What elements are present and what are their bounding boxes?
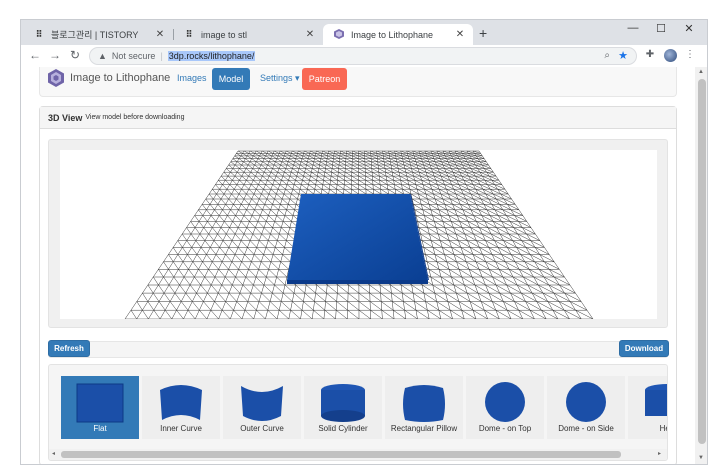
- scroll-down-icon[interactable]: ▼: [698, 455, 704, 461]
- shape-preview-icon: [76, 383, 124, 423]
- cube-favicon-icon: [333, 28, 345, 41]
- button-bar: [48, 341, 668, 358]
- forward-icon[interactable]: →: [47, 48, 63, 62]
- shape-option[interactable]: Outer Curve: [223, 376, 301, 439]
- divider: |: [160, 51, 163, 61]
- shape-label: Solid Cylinder: [318, 424, 368, 433]
- shape-option[interactable]: Flat: [61, 376, 139, 439]
- scroll-left-icon[interactable]: ◂: [52, 450, 55, 457]
- 3d-view-panel: 3D View View model before downloading Re…: [39, 106, 677, 464]
- tab-title: Image to Lithophane: [351, 29, 434, 40]
- cube-logo-icon: [48, 69, 64, 87]
- close-tab-icon[interactable]: ✕: [153, 29, 167, 40]
- reload-icon[interactable]: ↻: [67, 48, 83, 62]
- shape-option[interactable]: Dome - on Side: [547, 376, 625, 439]
- shape-option[interactable]: Inner Curve: [142, 376, 220, 439]
- horizontal-scrollbar[interactable]: ◂ ▸: [49, 449, 667, 460]
- brand[interactable]: Image to Lithophane: [48, 69, 170, 87]
- nav-images[interactable]: Images: [177, 73, 207, 83]
- maximize-icon[interactable]: ☐: [647, 22, 675, 35]
- address-bar[interactable]: ▲ Not secure | 3dp.rocks/lithophane/ ⌕ ★: [89, 47, 637, 65]
- scrollbar-thumb[interactable]: [698, 79, 706, 444]
- security-label: Not secure: [111, 51, 156, 61]
- refresh-button[interactable]: Refresh: [48, 340, 90, 357]
- nav-model[interactable]: Model: [212, 68, 250, 90]
- tab-strip: ⠿ 블로그관리 | TISTORY ✕ ⠿ image to stl ✕ Ima…: [21, 20, 707, 45]
- shape-option[interactable]: Dome - on Top: [466, 376, 544, 439]
- tistory-favicon-icon: ⠿: [185, 29, 193, 39]
- scroll-right-icon[interactable]: ▸: [658, 450, 661, 457]
- download-button[interactable]: Download: [619, 340, 669, 357]
- panel-title: 3D View: [48, 112, 83, 123]
- shape-label: Rectangular Pillow: [390, 424, 458, 433]
- shape-label: Dome - on Side: [558, 424, 614, 433]
- model-front-edge: [287, 280, 428, 284]
- tab-title: 블로그관리 | TISTORY: [51, 30, 139, 40]
- browser-window: ⠿ 블로그관리 | TISTORY ✕ ⠿ image to stl ✕ Ima…: [20, 19, 708, 465]
- shape-preview-icon: [566, 382, 606, 422]
- vertical-scrollbar[interactable]: ▲ ▼: [695, 67, 707, 464]
- shape-preview-icon: [403, 385, 445, 422]
- shape-label: Hea: [659, 424, 667, 433]
- tistory-favicon-icon: ⠿: [35, 29, 43, 39]
- menu-kebab-icon[interactable]: ⋮: [683, 49, 697, 60]
- tab-tistory[interactable]: ⠿ 블로그관리 | TISTORY ✕: [23, 24, 173, 45]
- brand-name: Image to Lithophane: [70, 72, 171, 84]
- shape-label: Inner Curve: [160, 424, 202, 433]
- shape-option[interactable]: Rectangular Pillow: [385, 376, 463, 439]
- zoom-icon[interactable]: ⌕: [604, 50, 610, 61]
- panel-heading: 3D View View model before downloading: [40, 107, 676, 129]
- page-content: Image to Lithophane Images Model Setting…: [21, 67, 695, 464]
- extensions-icon[interactable]: ✚: [643, 49, 657, 60]
- scrollbar-thumb[interactable]: [61, 451, 621, 458]
- viewport-frame: [48, 139, 668, 328]
- tab-image-to-stl[interactable]: ⠿ image to stl ✕: [173, 24, 323, 45]
- shape-option[interactable]: Solid Cylinder: [304, 376, 382, 439]
- shape-label: Dome - on Top: [478, 424, 532, 433]
- shape-preview-icon: [485, 382, 525, 422]
- shape-label: Outer Curve: [240, 424, 284, 433]
- close-tab-icon[interactable]: ✕: [303, 29, 317, 40]
- model-top-face: [287, 194, 428, 280]
- shape-preview-icon: [160, 385, 202, 420]
- lithophane-model: [287, 194, 429, 284]
- 3d-scene[interactable]: [60, 150, 657, 320]
- back-icon[interactable]: ←: [27, 48, 43, 62]
- nav-settings-dropdown[interactable]: Settings ▾: [260, 73, 300, 84]
- browser-toolbar: ← → ↻ ▲ Not secure | 3dp.rocks/lithophan…: [21, 45, 707, 67]
- shape-preview-icon: [645, 384, 667, 416]
- 3d-viewport[interactable]: [60, 150, 657, 320]
- shape-selector: Flat Inner Curve Outer Curve Solid Cylinder…: [48, 364, 668, 461]
- shape-preview-icon: [321, 384, 365, 422]
- window-close-icon[interactable]: ✕: [675, 22, 703, 35]
- bookmark-star-icon[interactable]: ★: [618, 49, 628, 62]
- shape-label: Flat: [93, 424, 107, 433]
- warning-icon[interactable]: ▲: [98, 51, 107, 61]
- shape-preview-icon: [241, 386, 283, 421]
- new-tab-icon[interactable]: +: [479, 25, 487, 41]
- nav-patreon[interactable]: Patreon: [302, 68, 347, 90]
- close-tab-icon[interactable]: ✕: [453, 29, 467, 40]
- site-navbar: Image to Lithophane Images Model Setting…: [39, 67, 677, 97]
- url-text[interactable]: 3dp.rocks/lithophane/: [167, 51, 256, 61]
- scroll-up-icon[interactable]: ▲: [698, 69, 704, 75]
- minimize-icon[interactable]: —: [619, 22, 647, 34]
- tab-image-to-lithophane[interactable]: Image to Lithophane ✕: [323, 24, 473, 45]
- shape-option[interactable]: Hea: [628, 376, 667, 439]
- panel-subtitle: View model before downloading: [85, 114, 185, 121]
- profile-avatar[interactable]: [664, 49, 677, 62]
- tab-title: image to stl: [201, 29, 248, 40]
